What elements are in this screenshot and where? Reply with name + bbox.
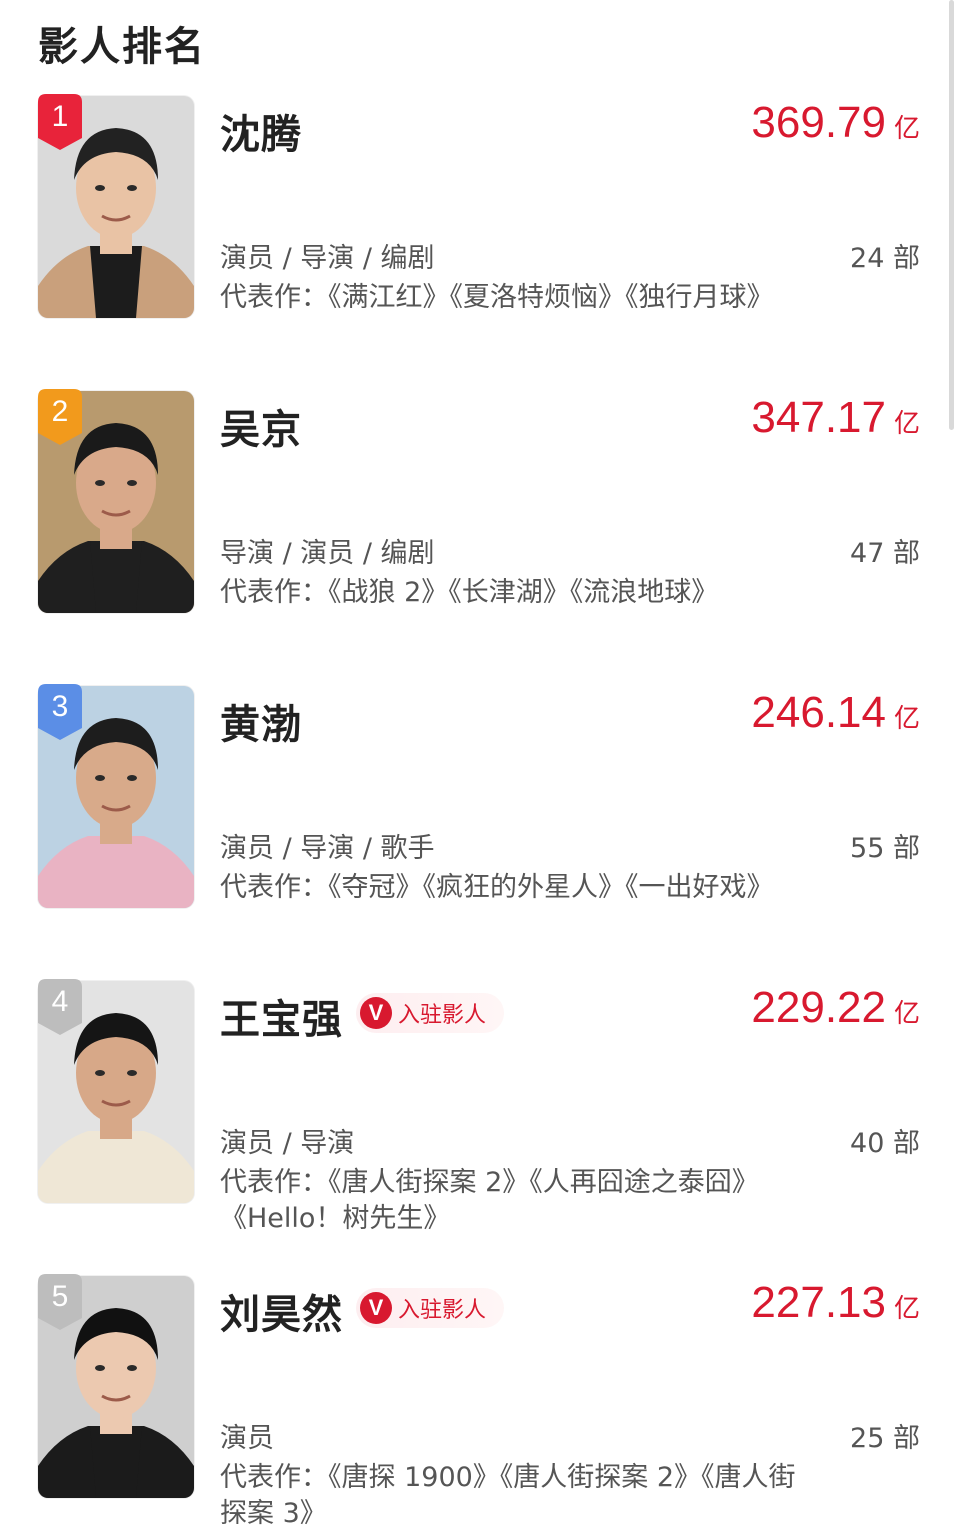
box-office: 227.13 亿 <box>751 1278 920 1328</box>
representative-works: 代表作：《唐探 1900》《唐人街探案 2》《唐人街探案 3》 <box>220 1460 800 1532</box>
verified-label: 入驻影人 <box>398 1298 487 1323</box>
verified-label: 入驻影人 <box>398 1003 487 1028</box>
box-office: 229.22 亿 <box>751 983 920 1033</box>
person-roles: 演员 <box>220 1423 274 1454</box>
box-office-unit: 亿 <box>893 704 920 734</box>
box-office-value: 246.14 <box>751 688 886 737</box>
works-list: 《夺冠》《疯狂的外星人》《一出好戏》 <box>328 872 774 903</box>
person-roles: 演员 / 导演 / 编剧 <box>220 243 435 274</box>
person-roles: 导演 / 演员 / 编剧 <box>220 538 435 569</box>
box-office-unit: 亿 <box>893 114 920 144</box>
rank-badge: 1 <box>38 94 82 150</box>
rank-number: 2 <box>51 395 69 428</box>
page-title: 影人排名 <box>38 24 206 70</box>
rank-badge: 5 <box>38 1274 82 1330</box>
person-name[interactable]: 王宝强 <box>220 987 343 1045</box>
works-list: 《满江红》《夏洛特烦恼》《独行月球》 <box>328 282 774 313</box>
verified-icon: V <box>360 1292 392 1324</box>
works-prefix: 代表作： <box>220 1462 328 1493</box>
verified-tag: V 入驻影人 <box>356 993 505 1033</box>
works-list: 《战狼 2》《长津湖》《流浪地球》 <box>328 577 719 608</box>
rank-number: 5 <box>51 1280 69 1313</box>
film-count: 24 部 <box>850 243 920 274</box>
rank-badge: 2 <box>38 389 82 445</box>
representative-works: 代表作：《满江红》《夏洛特烦恼》《独行月球》 <box>220 280 800 316</box>
person-item[interactable]: 2 吴京 347.17 亿 导演 / 演员 / 编剧 47 部 代表作：《战狼 2… <box>0 389 960 615</box>
person-roles: 演员 / 导演 <box>220 1128 355 1159</box>
rank-number: 1 <box>51 100 69 133</box>
person-item[interactable]: 3 黄渤 246.14 亿 演员 / 导演 / 歌手 55 部 代表作：《夺冠》《… <box>0 684 960 910</box>
box-office: 369.79 亿 <box>751 98 920 148</box>
box-office-unit: 亿 <box>893 1294 920 1324</box>
person-name[interactable]: 沈腾 <box>220 102 302 160</box>
rank-badge: 3 <box>38 684 82 740</box>
verified-icon: V <box>360 997 392 1029</box>
representative-works: 代表作：《夺冠》《疯狂的外星人》《一出好戏》 <box>220 870 800 906</box>
person-name[interactable]: 吴京 <box>220 397 302 455</box>
person-item[interactable]: 1 沈腾 369.79 亿 演员 / 导演 / 编剧 24 部 代表作：《满江红》… <box>0 94 960 320</box>
verified-tag: V 入驻影人 <box>356 1288 505 1328</box>
box-office: 347.17 亿 <box>751 393 920 443</box>
person-name[interactable]: 黄渤 <box>220 692 302 750</box>
box-office-value: 347.17 <box>751 393 886 442</box>
box-office-unit: 亿 <box>893 999 920 1029</box>
box-office-value: 227.13 <box>751 1278 886 1327</box>
representative-works: 代表作：《唐人街探案 2》《人再囧途之泰囧》《Hello！树先生》 <box>220 1165 800 1237</box>
person-item[interactable]: 5 刘昊然 V 入驻影人 227.13 亿 演员 25 部 代表作：《唐探 190… <box>0 1274 960 1529</box>
rank-number: 3 <box>51 690 69 723</box>
box-office-unit: 亿 <box>893 409 920 439</box>
box-office-value: 369.79 <box>751 98 886 147</box>
works-prefix: 代表作： <box>220 1167 328 1198</box>
works-prefix: 代表作： <box>220 282 328 313</box>
film-count: 25 部 <box>850 1423 920 1454</box>
film-count: 47 部 <box>850 538 920 569</box>
person-name[interactable]: 刘昊然 <box>220 1282 343 1340</box>
person-roles: 演员 / 导演 / 歌手 <box>220 833 435 864</box>
box-office: 246.14 亿 <box>751 688 920 738</box>
film-count: 40 部 <box>850 1128 920 1159</box>
box-office-value: 229.22 <box>751 983 886 1032</box>
representative-works: 代表作：《战狼 2》《长津湖》《流浪地球》 <box>220 575 800 611</box>
person-item[interactable]: 4 王宝强 V 入驻影人 229.22 亿 演员 / 导演 40 部 代表作：《唐… <box>0 979 960 1234</box>
works-prefix: 代表作： <box>220 577 328 608</box>
rank-number: 4 <box>51 985 69 1018</box>
rank-badge: 4 <box>38 979 82 1035</box>
works-prefix: 代表作： <box>220 872 328 903</box>
film-count: 55 部 <box>850 833 920 864</box>
